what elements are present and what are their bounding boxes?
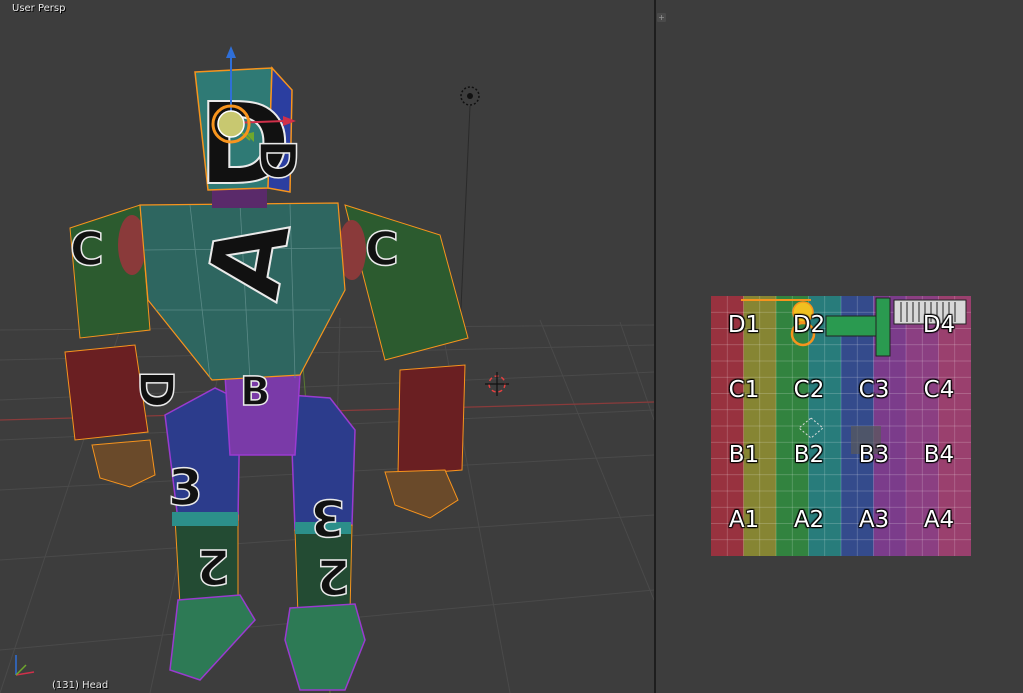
right-hand [384,469,459,519]
right-leg-letter: 3 [310,488,345,546]
uv-cell-d4: D4 [922,312,956,338]
uv-cell-a1: A1 [728,507,760,533]
active-object-status: (131) Head [52,680,109,691]
lamp-object[interactable] [459,86,480,331]
uv-cell-a3: A3 [858,507,890,533]
view-mode-label: User Persp [12,3,66,14]
robot-mesh[interactable]: D D A C C D B 3 3 2 2 [64,66,469,691]
3d-viewport[interactable]: D D A C C D B 3 3 2 2 User Persp (131) H… [0,0,654,693]
uv-cell-c1: C1 [728,377,760,403]
right-foot [284,603,366,691]
left-foot [169,594,256,681]
uv-texture-image[interactable]: D1 D2 D3 D4 C1 C2 C3 C4 B1 B2 B3 B4 A1 A… [711,296,972,556]
pelvis-letter: B [240,369,271,415]
uv-cell-b2: B2 [793,442,825,468]
uv-cell-b4: B4 [923,442,955,468]
right-upper-arm [344,204,469,361]
forearm-letter: D [129,370,183,408]
left-hand [91,439,156,488]
3d-cursor[interactable] [485,372,509,396]
uv-cell-a4: A4 [923,507,955,533]
left-leg-letter: 3 [168,459,203,517]
area-split-corner-right[interactable]: + [657,13,666,22]
right-forearm [397,364,466,476]
uv-cell-b3: B3 [858,442,890,468]
uv-cell-a2: A2 [793,507,825,533]
uv-cell-c2: C2 [793,377,825,403]
uv-image-editor[interactable]: + + [656,0,1023,693]
uv-cell-c4: C4 [923,377,955,403]
head-side-letter: D [248,139,306,181]
uv-cell-d2: D2 [792,312,826,338]
uv-cell-c3: C3 [858,377,890,403]
left-shin-letter: 2 [197,538,230,594]
uv-cell-b1: B1 [728,442,760,468]
right-arm-letter: C [365,222,399,276]
orientation-axes-widget [15,655,35,676]
viewport-scene[interactable]: D D A C C D B 3 3 2 2 [0,0,654,693]
uv-cell-d1: D1 [727,312,761,338]
left-arm-letter: C [70,222,104,276]
right-shin-letter: 2 [317,548,350,604]
